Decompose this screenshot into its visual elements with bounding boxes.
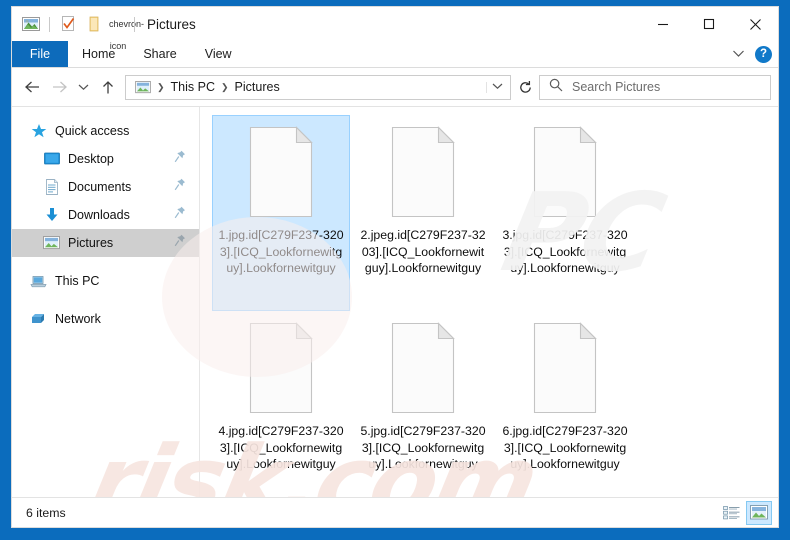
recent-locations-chevron-down-icon[interactable] bbox=[73, 73, 94, 101]
file-name-3: 3.jpg.id[C279F237-3203].[ICQ_Lookfornewi… bbox=[502, 228, 628, 275]
search-input[interactable]: Search Pictures bbox=[572, 80, 660, 94]
large-icons-view-button[interactable] bbox=[746, 500, 772, 525]
breadcrumb-separator-1: ❯ bbox=[221, 81, 229, 92]
this-pc-icon bbox=[30, 273, 47, 290]
navigation-pane: Quick access Desktop Documents Downloads… bbox=[12, 107, 200, 497]
sidebar-label-documents: Documents bbox=[68, 180, 132, 194]
file-item-4[interactable]: 4.jpg.id[C279F237-3203].[ICQ_Lookfornewi… bbox=[212, 311, 350, 497]
sidebar-item-this-pc[interactable]: This PC bbox=[12, 267, 199, 295]
maximize-button[interactable] bbox=[686, 7, 732, 41]
downloads-icon bbox=[43, 207, 60, 224]
file-item-6[interactable]: 6.jpg.id[C279F237-3203].[ICQ_Lookfornewi… bbox=[496, 311, 634, 497]
pin-icon-desktop[interactable] bbox=[174, 150, 186, 168]
address-dropdown-chevron-down-icon[interactable] bbox=[486, 81, 508, 93]
tab-view[interactable]: View bbox=[191, 41, 246, 67]
documents-icon bbox=[43, 179, 60, 196]
up-button[interactable] bbox=[94, 73, 121, 101]
properties-icon[interactable] bbox=[57, 13, 79, 35]
breadcrumb-this-pc[interactable]: This PC bbox=[168, 80, 218, 94]
minimize-button[interactable] bbox=[640, 7, 686, 41]
ribbon-right-controls: ? bbox=[728, 41, 772, 68]
sidebar-item-downloads[interactable]: Downloads bbox=[12, 201, 199, 229]
sidebar-gap-1 bbox=[12, 257, 199, 267]
sidebar-label-downloads: Downloads bbox=[68, 208, 130, 222]
sidebar-item-documents[interactable]: Documents bbox=[12, 173, 199, 201]
pictures-icon[interactable] bbox=[20, 13, 42, 35]
sidebar-item-quick-access[interactable]: Quick access bbox=[12, 117, 199, 145]
window-title: Pictures bbox=[147, 16, 196, 32]
address-bar[interactable]: ❯ This PC ❯ Pictures bbox=[125, 74, 511, 100]
sidebar-label-quick-access: Quick access bbox=[55, 124, 130, 138]
sidebar-label-this-pc: This PC bbox=[55, 274, 100, 288]
navigation-bar: ❯ This PC ❯ Pictures Search Pictures bbox=[12, 68, 778, 106]
window-controls bbox=[640, 7, 778, 41]
qat-divider-2 bbox=[134, 16, 135, 32]
pin-icon-downloads[interactable] bbox=[174, 206, 186, 224]
file-name-6: 6.jpg.id[C279F237-3203].[ICQ_Lookfornewi… bbox=[502, 424, 628, 471]
close-button[interactable] bbox=[732, 7, 778, 41]
sidebar-label-network: Network bbox=[55, 312, 101, 326]
sidebar-gap-2 bbox=[12, 295, 199, 305]
forward-button[interactable] bbox=[46, 73, 73, 101]
file-name-5: 5.jpg.id[C279F237-3203].[ICQ_Lookfornewi… bbox=[360, 424, 486, 471]
file-name-1: 1.jpg.id[C279F237-3203].[ICQ_Lookfornewi… bbox=[218, 228, 344, 275]
blank-file-icon bbox=[530, 126, 600, 218]
sidebar-item-desktop[interactable]: Desktop bbox=[12, 145, 199, 173]
file-list-view[interactable]: 1.jpg.id[C279F237-3203].[ICQ_Lookfornewi… bbox=[200, 107, 778, 497]
sidebar-item-network[interactable]: Network bbox=[12, 305, 199, 333]
file-name-2: 2.jpeg.id[C279F237-3203].[ICQ_Lookfornew… bbox=[360, 228, 486, 275]
search-box[interactable]: Search Pictures bbox=[539, 74, 771, 100]
file-item-5[interactable]: 5.jpg.id[C279F237-3203].[ICQ_Lookfornewi… bbox=[354, 311, 492, 497]
desktop-icon bbox=[43, 151, 60, 168]
pin-icon-documents[interactable] bbox=[174, 178, 186, 196]
sidebar-item-pictures[interactable]: Pictures bbox=[12, 229, 199, 257]
breadcrumb-separator-0: ❯ bbox=[157, 81, 165, 92]
item-count-label: 6 items bbox=[26, 505, 66, 520]
expand-ribbon-chevron-down-icon[interactable] bbox=[728, 49, 748, 61]
file-item-1[interactable]: 1.jpg.id[C279F237-3203].[ICQ_Lookfornewi… bbox=[212, 115, 350, 311]
file-item-3[interactable]: 3.jpg.id[C279F237-3203].[ICQ_Lookfornewi… bbox=[496, 115, 634, 311]
file-item-2[interactable]: 2.jpeg.id[C279F237-3203].[ICQ_Lookfornew… bbox=[354, 115, 492, 311]
star-icon bbox=[30, 123, 47, 140]
qat-divider bbox=[49, 16, 50, 32]
refresh-button[interactable] bbox=[511, 75, 539, 100]
blank-file-icon bbox=[388, 322, 458, 414]
help-button[interactable]: ? bbox=[755, 46, 772, 63]
address-pictures-icon bbox=[132, 76, 154, 98]
file-explorer-window: customize-chevron-icon Pictures File Hom… bbox=[11, 6, 779, 528]
pin-icon-pictures[interactable] bbox=[174, 234, 186, 252]
pictures-icon bbox=[43, 235, 60, 252]
search-icon bbox=[549, 78, 563, 97]
customize-toolbar-chevron-icon[interactable]: customize-chevron-icon bbox=[109, 7, 144, 57]
new-folder-icon[interactable] bbox=[83, 13, 105, 35]
blank-file-icon bbox=[246, 126, 316, 218]
file-name-4: 4.jpg.id[C279F237-3203].[ICQ_Lookfornewi… bbox=[218, 424, 344, 471]
blank-file-icon bbox=[246, 322, 316, 414]
status-bar: 6 items bbox=[12, 497, 778, 527]
details-view-button[interactable] bbox=[718, 501, 744, 525]
network-icon bbox=[30, 311, 47, 328]
back-button[interactable] bbox=[19, 73, 46, 101]
tab-share[interactable]: Share bbox=[129, 41, 190, 67]
sidebar-label-pictures: Pictures bbox=[68, 236, 114, 250]
explorer-content: Quick access Desktop Documents Downloads… bbox=[12, 106, 778, 497]
title-bar: customize-chevron-icon Pictures bbox=[12, 7, 778, 51]
breadcrumb-pictures[interactable]: Pictures bbox=[232, 80, 283, 94]
blank-file-icon bbox=[388, 126, 458, 218]
sidebar-label-desktop: Desktop bbox=[68, 152, 114, 166]
blank-file-icon bbox=[530, 322, 600, 414]
quick-access-toolbar: customize-chevron-icon bbox=[12, 7, 144, 57]
